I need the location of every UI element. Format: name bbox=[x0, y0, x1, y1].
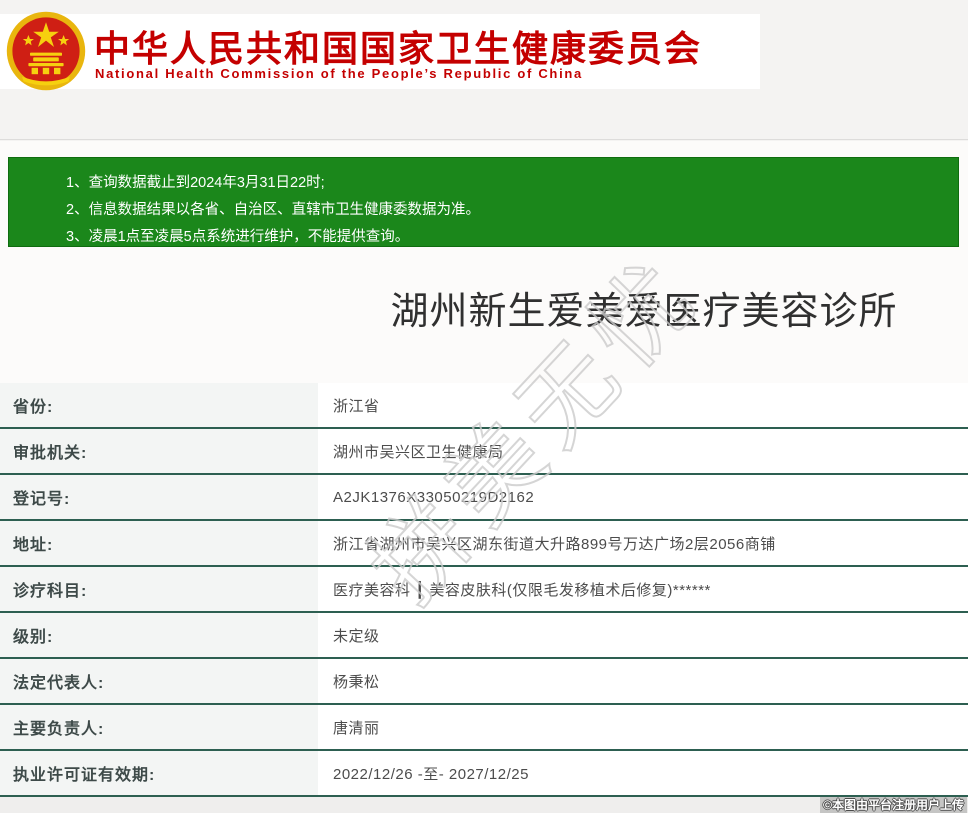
copyright-badge: ©本图由平台注册用户上传 bbox=[820, 797, 967, 813]
notice-box: 1、查询数据截止到2024年3月31日22时; 2、信息数据结果以各省、自治区、… bbox=[8, 157, 959, 247]
header-title-cn: 中华人民共和国国家卫生健康委员会 bbox=[94, 20, 702, 72]
row-value: 医疗美容科 ┃ 美容皮肤科(仅限毛发移植术后修复)****** bbox=[318, 567, 968, 611]
header-title-en: National Health Commission of the People… bbox=[95, 66, 583, 81]
row-label: 审批机关: bbox=[0, 429, 318, 473]
notice-line-3: 3、凌晨1点至凌晨5点系统进行维护，不能提供查询。 bbox=[66, 224, 958, 251]
row-label: 级别: bbox=[0, 613, 318, 657]
row-value: A2JK1376X33050219D2162 bbox=[318, 475, 968, 519]
table-row: 法定代表人: 杨秉松 bbox=[0, 659, 968, 705]
notice-line-1: 1、查询数据截止到2024年3月31日22时; bbox=[66, 170, 958, 197]
china-national-emblem-icon bbox=[6, 11, 86, 91]
row-label: 地址: bbox=[0, 521, 318, 565]
row-label: 登记号: bbox=[0, 475, 318, 519]
table-row: 地址: 浙江省湖州市吴兴区湖东街道大升路899号万达广场2层2056商铺 bbox=[0, 521, 968, 567]
table-row: 登记号: A2JK1376X33050219D2162 bbox=[0, 475, 968, 521]
row-value: 浙江省湖州市吴兴区湖东街道大升路899号万达广场2层2056商铺 bbox=[318, 521, 968, 565]
nhc-query-result-page: 中华人民共和国国家卫生健康委员会 National Health Commiss… bbox=[0, 0, 968, 813]
table-row: 执业许可证有效期: 2022/12/26 -至- 2027/12/25 bbox=[0, 751, 968, 797]
row-label: 省份: bbox=[0, 383, 318, 427]
table-row: 级别: 未定级 bbox=[0, 613, 968, 659]
bottom-strip: ©本图由平台注册用户上传 bbox=[0, 797, 968, 813]
row-label: 诊疗科目: bbox=[0, 567, 318, 611]
content-area: 1、查询数据截止到2024年3月31日22时; 2、信息数据结果以各省、自治区、… bbox=[0, 141, 968, 797]
row-value: 杨秉松 bbox=[318, 659, 968, 703]
row-value: 唐清丽 bbox=[318, 705, 968, 749]
table-row: 诊疗科目: 医疗美容科 ┃ 美容皮肤科(仅限毛发移植术后修复)****** bbox=[0, 567, 968, 613]
notice-line-2: 2、信息数据结果以各省、自治区、直辖市卫生健康委数据为准。 bbox=[66, 197, 958, 224]
row-label: 法定代表人: bbox=[0, 659, 318, 703]
row-value: 浙江省 bbox=[318, 383, 968, 427]
table-row: 省份: 浙江省 bbox=[0, 383, 968, 429]
header-bar: 中华人民共和国国家卫生健康委员会 National Health Commiss… bbox=[0, 14, 760, 89]
row-label: 主要负责人: bbox=[0, 705, 318, 749]
table-row: 主要负责人: 唐清丽 bbox=[0, 705, 968, 751]
row-value: 2022/12/26 -至- 2027/12/25 bbox=[318, 751, 968, 795]
row-label: 执业许可证有效期: bbox=[0, 751, 318, 795]
row-value: 未定级 bbox=[318, 613, 968, 657]
info-table: 省份: 浙江省 审批机关: 湖州市吴兴区卫生健康局 登记号: A2JK1376X… bbox=[0, 383, 968, 797]
clinic-name-title: 湖州新生爱美爱医疗美容诊所 bbox=[320, 289, 968, 335]
header-area: 中华人民共和国国家卫生健康委员会 National Health Commiss… bbox=[0, 0, 968, 140]
table-row: 审批机关: 湖州市吴兴区卫生健康局 bbox=[0, 429, 968, 475]
row-value: 湖州市吴兴区卫生健康局 bbox=[318, 429, 968, 473]
